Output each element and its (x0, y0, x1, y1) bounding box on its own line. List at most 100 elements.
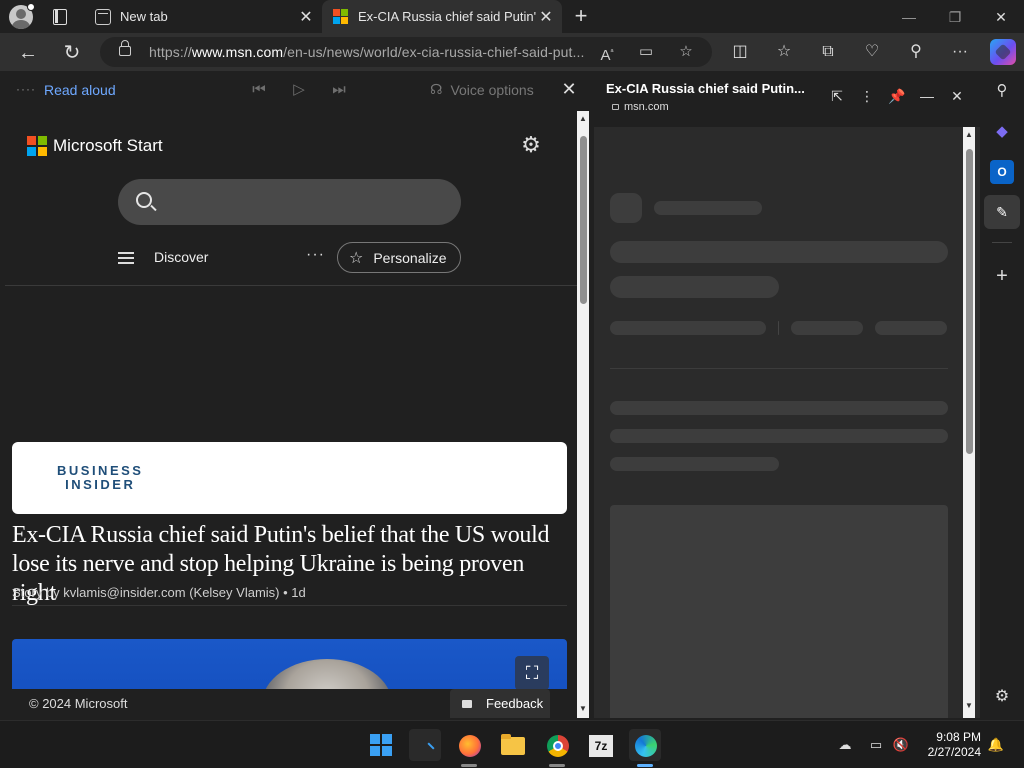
chrome-icon[interactable] (541, 729, 573, 761)
next-paragraph-icon[interactable]: ⏭ (328, 80, 350, 100)
discover-link[interactable]: Discover (154, 249, 208, 265)
close-panel-icon[interactable]: ✕ (947, 86, 967, 106)
gear-icon[interactable]: ⚙ (519, 133, 543, 157)
favorite-star-icon[interactable]: ☆ (674, 40, 698, 64)
play-icon[interactable]: ▷ (288, 80, 310, 100)
browser-essentials-icon[interactable]: ♡ (859, 39, 885, 65)
scroll-up-icon[interactable]: ▲ (579, 115, 587, 123)
hamburger-menu-icon[interactable] (118, 252, 134, 264)
outlook-icon[interactable]: O (990, 160, 1014, 184)
pin-icon[interactable]: 📌 (887, 86, 907, 106)
search-icon (136, 192, 152, 208)
running-indicator (637, 764, 653, 767)
brand-name[interactable]: Microsoft Start (53, 136, 163, 156)
lock-icon[interactable] (119, 40, 131, 56)
feedback-label: Feedback (486, 696, 544, 711)
tab-actions-icon[interactable] (46, 6, 72, 28)
expand-fullscreen-icon[interactable]: ⛶ (515, 656, 549, 690)
search-input[interactable] (118, 179, 461, 225)
url-prefix: https:// (149, 44, 192, 60)
7zip-icon[interactable]: 7z (585, 729, 617, 761)
split-screen-icon[interactable]: ◫ (727, 39, 753, 65)
close-tab-icon[interactable]: ✕ (296, 7, 316, 27)
close-tab-icon[interactable]: ✕ (536, 7, 556, 27)
collections-icon[interactable]: ⧉ (815, 39, 841, 65)
loading-placeholder (610, 401, 948, 415)
divider (610, 368, 948, 369)
page-scrollbar[interactable]: ▲ ▼ (577, 111, 589, 718)
side-panel-title: Ex-CIA Russia chief said Putin... (606, 81, 805, 96)
loading-placeholder (610, 276, 779, 298)
immersive-reader-icon[interactable]: ▭ (634, 40, 658, 64)
extensions-icon[interactable]: ⚲ (903, 39, 929, 65)
toolbar: ← ↻ https://www.msn.com/en-us/news/world… (0, 33, 1024, 71)
previous-paragraph-icon[interactable]: ⏮ (248, 80, 270, 100)
scroll-thumb[interactable] (580, 136, 587, 304)
scroll-down-icon[interactable]: ▼ (579, 705, 587, 713)
scroll-down-icon[interactable]: ▼ (965, 702, 973, 710)
tab-label: New tab (120, 9, 168, 24)
article-byline: Story by kvlamis@insider.com (Kelsey Vla… (12, 585, 306, 600)
favorites-icon[interactable]: ☆ (771, 39, 797, 65)
notification-bell-icon[interactable]: 🔔 (987, 737, 1005, 753)
divider (5, 285, 577, 286)
sparkle-star-icon: ☆ (349, 249, 364, 267)
drop-icon[interactable]: ✎ (990, 200, 1014, 224)
gear-icon[interactable]: ⚙ (990, 685, 1014, 709)
scroll-thumb[interactable] (966, 149, 973, 454)
new-tab-page-icon (95, 8, 111, 25)
edge-icon[interactable] (629, 729, 661, 761)
read-aloud-button[interactable]: Read aloud (44, 82, 116, 98)
feedback-button[interactable]: Feedback (450, 689, 550, 718)
refresh-icon[interactable]: ↻ (59, 40, 85, 66)
tab-new-tab[interactable]: New tab ✕ (84, 0, 322, 33)
add-icon[interactable]: + (990, 264, 1014, 288)
copilot-shopping-icon[interactable]: ◆ (990, 120, 1014, 144)
loading-placeholder (778, 321, 779, 335)
firefox-icon[interactable] (453, 729, 485, 761)
microsoft-logo-icon[interactable] (27, 136, 47, 156)
tab-article[interactable]: Ex-CIA Russia chief said Putin's b ✕ (322, 0, 562, 33)
side-panel: Ex-CIA Russia chief said Putin... msn.co… (594, 71, 980, 718)
more-icon[interactable]: ··· (306, 246, 325, 264)
clock[interactable]: 9:08 PM 2/27/2024 (921, 730, 981, 760)
onedrive-icon[interactable]: ☁ (836, 737, 854, 753)
more-options-icon[interactable]: ··· (947, 39, 973, 65)
restore-icon[interactable]: ❐ (944, 6, 966, 28)
address-bar[interactable]: https://www.msn.com/en-us/news/world/ex-… (100, 37, 712, 67)
lock-icon (612, 104, 619, 110)
url-path: /en-us/news/world/ex-cia-russia-chief-sa… (283, 44, 585, 60)
close-read-aloud-icon[interactable]: ✕ (559, 79, 579, 100)
network-icon[interactable]: ▭ (867, 737, 885, 753)
back-arrow-icon[interactable]: ← (15, 40, 41, 66)
copyright-text: © 2024 Microsoft (29, 696, 128, 711)
drag-handle-icon[interactable]: ···· (16, 82, 36, 96)
open-in-new-tab-icon[interactable]: ⇱ (827, 86, 847, 106)
loading-placeholder (610, 321, 766, 335)
loading-placeholder (610, 505, 948, 718)
minimize-panel-icon[interactable]: — (917, 86, 937, 106)
voice-options-button[interactable]: ☊ Voice options (430, 81, 534, 98)
close-window-icon[interactable]: ✕ (990, 6, 1012, 28)
file-explorer-icon[interactable] (497, 729, 529, 761)
copilot-icon[interactable] (990, 39, 1016, 65)
publisher-banner[interactable]: BUSINESS INSIDER (12, 442, 567, 514)
side-panel-scrollbar[interactable]: ▲ ▼ (963, 127, 975, 718)
loading-placeholder (791, 321, 863, 335)
search-taskbar-icon[interactable] (409, 729, 441, 761)
divider (992, 242, 1012, 243)
new-tab-button[interactable]: + (570, 4, 592, 28)
minimize-icon[interactable]: — (898, 6, 920, 28)
read-aloud-icon[interactable]: Aᵃ (595, 40, 619, 64)
side-panel-domain: msn.com (612, 101, 669, 113)
search-icon[interactable]: ⚲ (990, 79, 1014, 103)
start-button-icon[interactable] (365, 729, 397, 761)
voice-icon: ☊ (430, 81, 443, 97)
more-options-icon[interactable]: ⋮ (857, 86, 877, 106)
volume-muted-icon[interactable]: 🔇 (892, 737, 910, 753)
scroll-up-icon[interactable]: ▲ (965, 131, 973, 139)
url-text[interactable]: https://www.msn.com/en-us/news/world/ex-… (149, 44, 589, 60)
personalize-button[interactable]: ☆ Personalize (337, 242, 461, 273)
running-indicator (549, 764, 565, 767)
taskbar: 7z ☁ ▭ 🔇 9:08 PM 2/27/2024 🔔 (0, 720, 1024, 768)
